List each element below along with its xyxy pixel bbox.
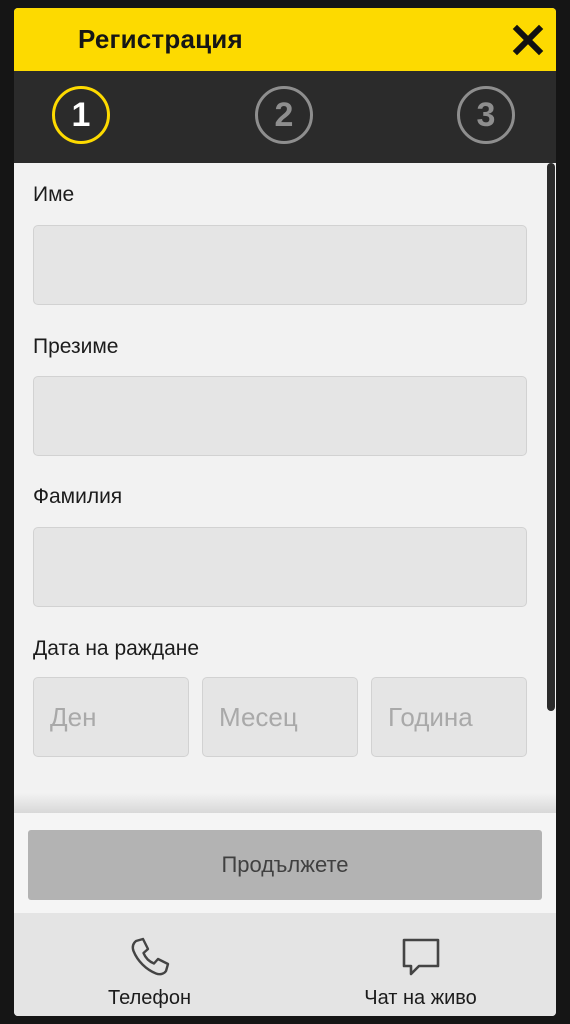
middle-name-input[interactable] xyxy=(33,376,527,456)
step-3: 3 xyxy=(457,86,515,144)
first-name-input[interactable] xyxy=(33,225,527,305)
chat-label: Чат на живо xyxy=(364,987,477,1009)
registration-form: Име Презиме Фамилия Дата на раждане xyxy=(14,163,556,813)
live-chat-button[interactable]: Чат на живо xyxy=(285,913,556,1016)
birthdate-label: Дата на раждане xyxy=(33,637,200,660)
close-button[interactable] xyxy=(512,24,544,56)
middle-name-label: Презиме xyxy=(33,335,119,358)
registration-modal: Регистрация 1 2 3 Име Презиме Фамилия Да… xyxy=(14,8,556,1016)
step-indicator: 1 2 3 xyxy=(14,71,556,163)
form-bottom-shadow xyxy=(14,793,556,813)
chat-bubble-icon xyxy=(402,938,439,976)
year-input[interactable] xyxy=(371,677,527,757)
modal-title: Регистрация xyxy=(78,24,243,54)
continue-area: Продължете xyxy=(14,813,556,913)
last-name-input[interactable] xyxy=(33,527,527,607)
phone-contact-button[interactable]: Телефон xyxy=(14,913,285,1016)
contact-bar: Телефон Чат на живо xyxy=(14,913,556,1016)
last-name-label: Фамилия xyxy=(33,485,123,508)
step-2: 2 xyxy=(255,86,313,144)
step-1: 1 xyxy=(52,86,110,144)
day-input[interactable] xyxy=(33,677,189,757)
phone-label: Телефон xyxy=(108,987,191,1009)
close-icon xyxy=(512,24,544,56)
phone-icon xyxy=(131,937,169,976)
continue-button[interactable]: Продължете xyxy=(28,830,542,900)
month-input[interactable] xyxy=(202,677,358,757)
form-scrollbar[interactable] xyxy=(547,163,555,711)
first-name-label: Име xyxy=(33,183,75,206)
modal-header: Регистрация xyxy=(14,8,556,71)
